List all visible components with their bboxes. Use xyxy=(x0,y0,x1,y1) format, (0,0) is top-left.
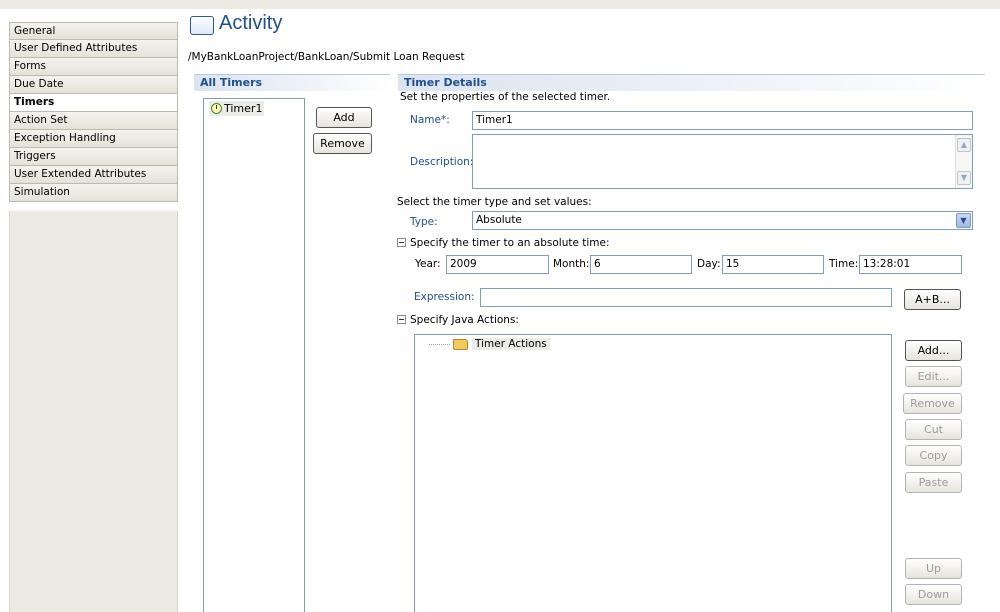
month-label: Month: xyxy=(553,258,590,270)
nav-item-due-date[interactable]: Due Date xyxy=(9,76,178,94)
scroll-down-icon[interactable]: ▼ xyxy=(957,171,971,185)
paste-action-button[interactable]: Paste xyxy=(905,472,962,493)
type-label: Type: xyxy=(410,216,438,228)
timer-list-item-label: Timer1 xyxy=(224,102,263,115)
day-field[interactable]: 15 xyxy=(722,255,824,274)
nav-item-general[interactable]: General xyxy=(9,22,178,40)
tree-node-timer-actions[interactable]: Timer Actions xyxy=(429,338,550,350)
add-action-button[interactable]: Add... xyxy=(905,340,962,361)
folder-icon xyxy=(453,338,468,350)
nav-item-user-defined-attributes[interactable]: User Defined Attributes xyxy=(9,40,178,58)
nav-item-action-set[interactable]: Action Set xyxy=(9,112,178,130)
timer-details-heading: Timer Details xyxy=(398,74,985,91)
year-field[interactable]: 2009 xyxy=(446,255,549,274)
copy-action-button[interactable]: Copy xyxy=(905,445,962,466)
edit-action-button[interactable]: Edit... xyxy=(905,366,962,387)
all-timers-heading: All Timers xyxy=(194,74,390,91)
nav-item-forms[interactable]: Forms xyxy=(9,58,178,76)
java-actions-tree[interactable]: Timer Actions xyxy=(414,334,892,612)
description-scrollbar[interactable]: ▲ ▼ xyxy=(955,135,972,188)
collapse-icon[interactable] xyxy=(397,315,406,324)
type-prompt: Select the timer type and set values: xyxy=(397,196,592,208)
remove-timer-button[interactable]: Remove xyxy=(313,133,372,154)
absolute-time-heading-label: Specify the timer to an absolute time: xyxy=(410,237,610,249)
month-field[interactable]: 6 xyxy=(590,255,692,274)
page-title: Activity xyxy=(219,12,283,34)
nav-item-timers[interactable]: Timers xyxy=(9,94,178,112)
description-label: Description: xyxy=(410,156,474,168)
expression-field[interactable] xyxy=(480,288,892,307)
add-timer-button[interactable]: Add xyxy=(316,107,372,128)
chevron-down-icon[interactable]: ▼ xyxy=(956,213,971,228)
expression-editor-button[interactable]: A+B... xyxy=(904,289,961,310)
time-field[interactable]: 13:28:01 xyxy=(859,255,962,274)
absolute-time-heading[interactable]: Specify the timer to an absolute time: xyxy=(397,237,610,249)
timer-clock-icon xyxy=(211,103,222,114)
move-down-button[interactable]: Down xyxy=(905,584,962,605)
scroll-up-icon[interactable]: ▲ xyxy=(957,138,971,152)
day-label: Day: xyxy=(697,258,721,270)
nav-item-simulation[interactable]: Simulation xyxy=(9,184,178,202)
java-actions-heading[interactable]: Specify Java Actions: xyxy=(397,314,519,326)
timer-list-item[interactable]: Timer1 xyxy=(209,101,265,116)
nav-item-triggers[interactable]: Triggers xyxy=(9,148,178,166)
side-nav: General User Defined Attributes Forms Du… xyxy=(9,22,178,202)
cut-action-button[interactable]: Cut xyxy=(905,419,962,440)
activity-icon xyxy=(190,16,214,35)
tree-node-label: Timer Actions xyxy=(472,338,550,350)
type-select-value: Absolute xyxy=(476,214,522,226)
time-label: Time: xyxy=(829,258,859,270)
nav-item-exception-handling[interactable]: Exception Handling xyxy=(9,130,178,148)
remove-action-button[interactable]: Remove xyxy=(903,393,962,414)
name-field[interactable]: Timer1 xyxy=(472,111,973,130)
tree-connector xyxy=(429,343,450,345)
year-label: Year: xyxy=(415,258,441,270)
move-up-button[interactable]: Up xyxy=(905,558,962,579)
nav-background xyxy=(9,211,178,612)
java-actions-heading-label: Specify Java Actions: xyxy=(410,314,519,326)
description-field[interactable]: ▲ ▼ xyxy=(472,134,973,189)
nav-item-user-extended-attributes[interactable]: User Extended Attributes xyxy=(9,166,178,184)
top-strip xyxy=(0,0,1000,9)
collapse-icon[interactable] xyxy=(397,238,406,247)
expression-label: Expression: xyxy=(414,291,475,303)
name-label: Name*: xyxy=(410,114,450,126)
timer-details-subtitle: Set the properties of the selected timer… xyxy=(400,91,611,103)
type-select[interactable]: Absolute ▼ xyxy=(472,211,973,230)
timer-list[interactable]: Timer1 xyxy=(203,98,305,612)
breadcrumb: /MyBankLoanProject/BankLoan/Submit Loan … xyxy=(188,51,465,63)
